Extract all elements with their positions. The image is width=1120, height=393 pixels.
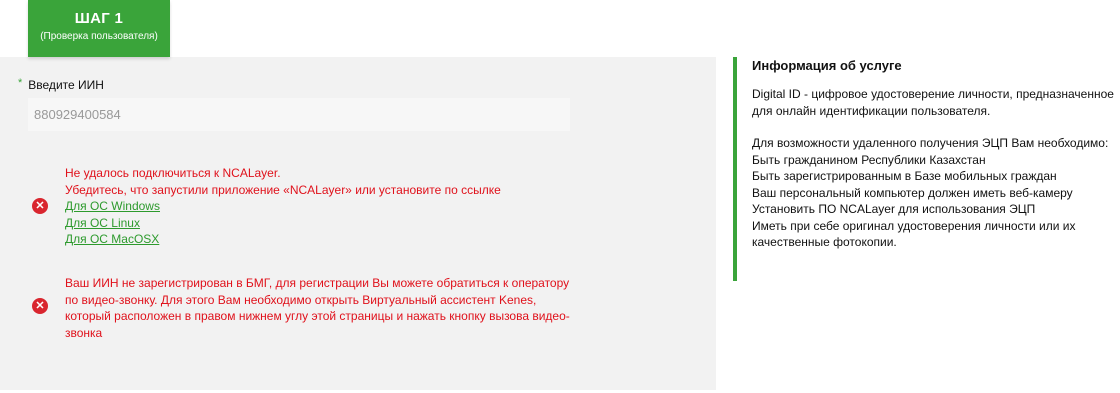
info-req-heading: Для возможности удаленного получения ЭЦП… bbox=[752, 136, 1109, 150]
info-req-item: Установить ПО NCALayer для использования… bbox=[752, 202, 1036, 216]
info-req-item: Ваш персональный компьютер должен иметь … bbox=[752, 185, 1073, 200]
error-x-icon: ✕ bbox=[32, 198, 48, 214]
ncalayer-error-line1: Не удалось подключиться к NCALayer. bbox=[65, 166, 281, 180]
info-req-item: Иметь при себе оригинал удостоверения ли… bbox=[752, 218, 1076, 233]
ncalayer-error-line2: Убедитесь, что запустили приложение «NCA… bbox=[65, 182, 501, 197]
error-x-icon: ✕ bbox=[32, 298, 48, 314]
info-accent-bar bbox=[733, 57, 737, 281]
info-req-item: качественные фотокопии. bbox=[752, 235, 897, 249]
bmg-error-line1: Ваш ИИН не зарегистрирован в БМГ, для ре… bbox=[65, 276, 570, 290]
step-subtitle: (Проверка пользователя) bbox=[40, 31, 158, 42]
step-tab: ШАГ 1 (Проверка пользователя) bbox=[28, 0, 170, 57]
link-windows[interactable]: Для ОС Windows bbox=[65, 198, 501, 215]
ncalayer-error: Не удалось подключиться к NCALayer. Убед… bbox=[65, 165, 501, 248]
required-mark: * bbox=[18, 77, 23, 89]
bmg-error-line4: звонка bbox=[65, 325, 103, 340]
bmg-error: Ваш ИИН не зарегистрирован в БМГ, для ре… bbox=[65, 275, 570, 341]
info-desc-line1: Digital ID - цифровое удостоверение личн… bbox=[752, 87, 1114, 101]
iin-label-text: Введите ИИН bbox=[28, 78, 104, 92]
info-desc-line2: для онлайн идентификации пользователя. bbox=[752, 103, 991, 118]
info-text: Digital ID - цифровое удостоверение личн… bbox=[752, 86, 1118, 251]
bmg-error-line3: который расположен в правом нижнем углу … bbox=[65, 309, 570, 323]
info-title: Информация об услуге bbox=[752, 58, 902, 73]
link-macos[interactable]: Для ОС MacOSX bbox=[65, 231, 501, 248]
info-req-item: Быть зарегистрированным в Базе мобильных… bbox=[752, 169, 1057, 183]
link-linux[interactable]: Для ОС Linux bbox=[65, 215, 501, 232]
iin-input[interactable] bbox=[28, 98, 570, 131]
step-title: ШАГ 1 bbox=[74, 10, 124, 27]
info-req-item: Быть гражданином Республики Казахстан bbox=[752, 152, 986, 167]
iin-label: * Введите ИИН bbox=[18, 77, 104, 92]
bmg-error-line2: по видео-звонку. Для этого Вам необходим… bbox=[65, 292, 537, 307]
